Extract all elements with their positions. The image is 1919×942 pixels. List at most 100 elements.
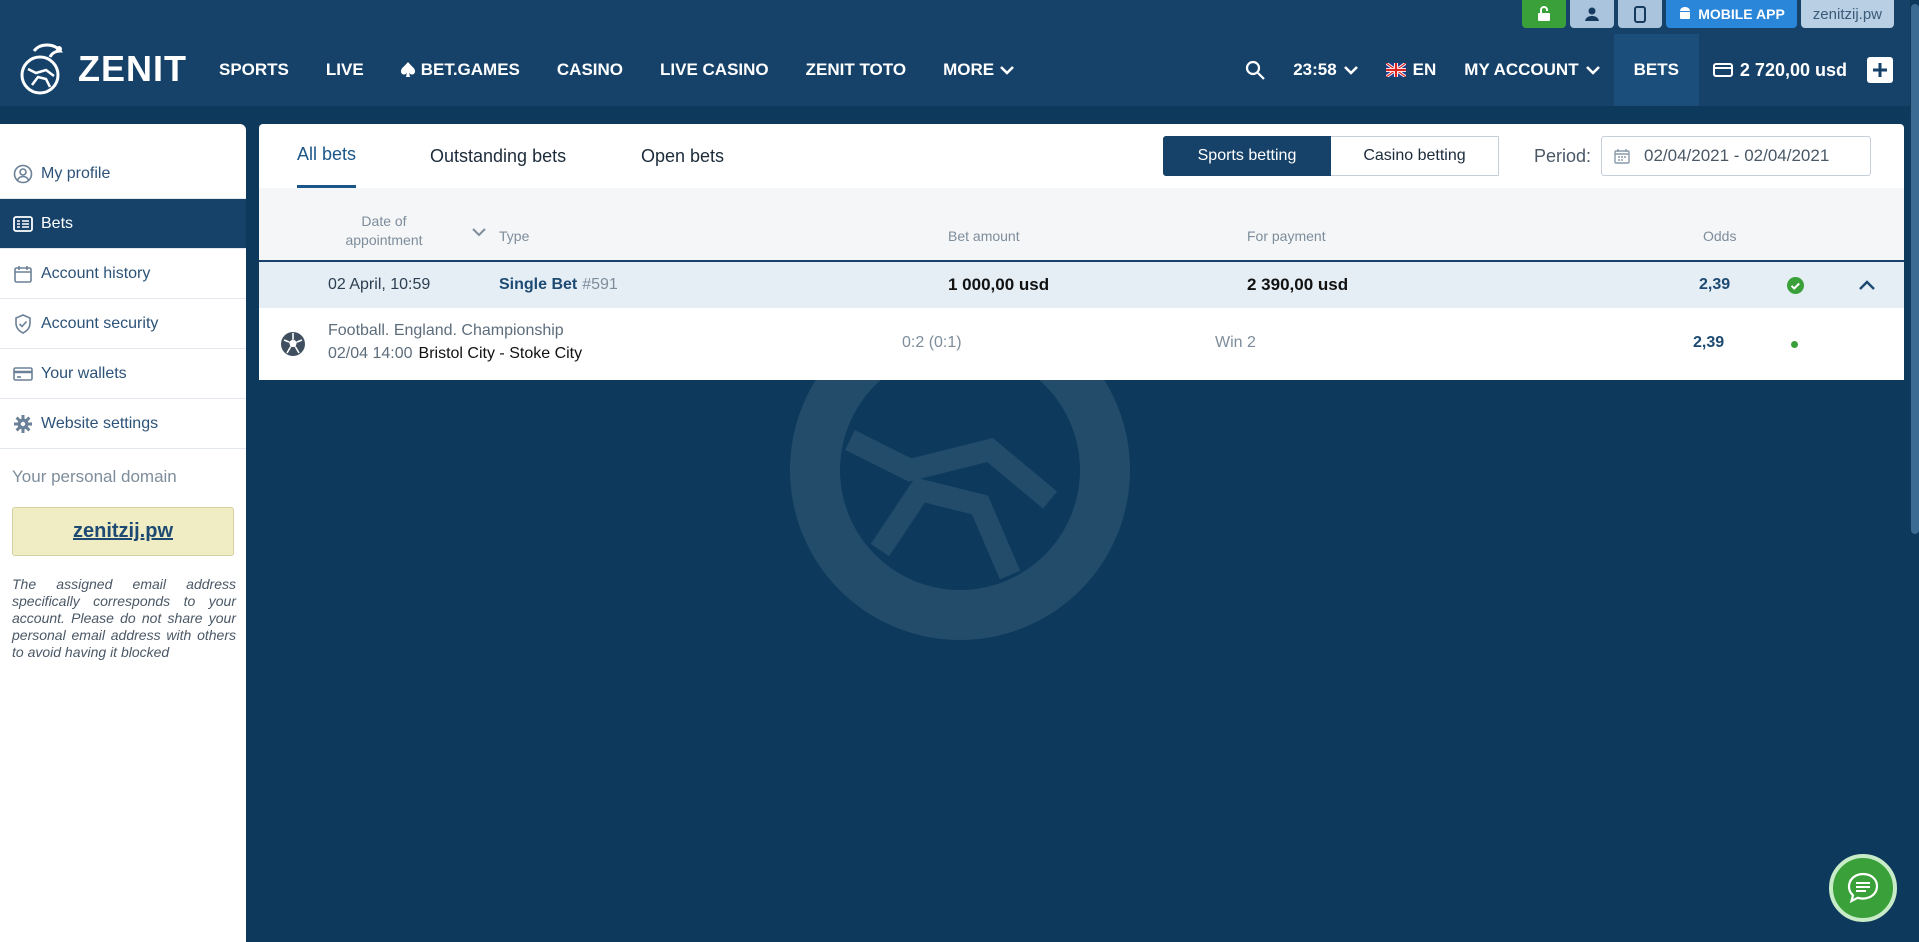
nav-more-label: MORE [943,60,995,79]
sidebar-item-your-wallets[interactable]: Your wallets [0,349,246,399]
bet-date: 02 April, 10:59 [328,276,431,293]
sidebar-item-label: Bets [41,214,74,232]
sidebar-item-website-settings[interactable]: Website settings [0,399,246,449]
chevron-down-icon [1343,65,1358,75]
nav-bet-games[interactable]: BET.GAMES [400,60,520,80]
event-info: 02/04 14:00 Bristol City - Stoke City [328,345,582,363]
header-right: 23:58 EN MY ACCOUNT BETS 2 720,00 usd [1231,34,1919,106]
collapse-button[interactable] [1859,262,1875,308]
lock-button[interactable] [1522,0,1567,28]
nav-live-casino[interactable]: LIVE CASINO [660,60,769,80]
chevron-up-icon [1859,280,1875,290]
chat-button[interactable] [1829,854,1897,922]
phone-icon [1634,5,1647,23]
chevron-down-icon[interactable] [472,228,486,237]
logo-text: ZENIT [78,48,187,89]
column-odds: Odds [1703,228,1737,244]
shield-check-icon [15,313,31,334]
event-status-dot [1791,341,1798,348]
sidebar-item-bets[interactable]: Bets [0,199,246,249]
personal-domain-note: The assigned email address specifically … [12,576,236,660]
calendar-icon [14,265,32,283]
deposit-button[interactable] [1867,57,1893,83]
event-score: 0:2 (0:1) [902,334,962,351]
bet-odds: 2,39 [1699,276,1731,293]
nav-zenit-toto[interactable]: ZENIT TOTO [806,60,906,80]
support-button[interactable] [1570,0,1615,28]
credit-card-icon [13,366,33,381]
utility-bar: MOBILE APP zenitzij.pw [0,0,1919,34]
zenit-logo-icon [20,43,64,95]
my-account-label: MY ACCOUNT [1464,60,1579,79]
event-teams: Bristol City - Stoke City [418,345,583,362]
mobile-button[interactable] [1618,0,1663,28]
main-nav: SPORTS LIVE BET.GAMES CASINO LIVE CASINO… [219,34,1051,106]
column-date[interactable]: Date of appointment [329,212,439,250]
tab-open-bets[interactable]: Open bets [641,124,724,188]
sports-betting-button[interactable]: Sports betting [1163,136,1331,176]
period-value: 02/04/2021 - 02/04/2021 [1644,146,1830,165]
page-scrollbar[interactable] [1910,0,1919,942]
nav-live[interactable]: LIVE [326,60,364,80]
ticket-icon [13,215,33,232]
utility-buttons: MOBILE APP zenitzij.pw [1522,0,1894,28]
bet-type: Single Bet #591 [499,262,618,308]
nav-more[interactable]: MORE [943,60,1014,80]
chevron-down-icon [1000,65,1014,75]
personal-domain-link[interactable]: zenitzij.pw [12,507,234,556]
calendar-icon [1614,149,1630,164]
mobile-app-button[interactable]: MOBILE APP [1666,0,1797,28]
column-for-payment: For payment [1247,228,1326,244]
column-bet-amount: Bet amount [948,228,1020,244]
bet-type-label: Single Bet [499,276,578,293]
bet-number: #591 [582,276,618,293]
my-account-menu[interactable]: MY ACCOUNT [1450,34,1613,106]
time-selector[interactable]: 23:58 [1279,34,1371,106]
sidebar-item-account-history[interactable]: Account history [0,249,246,299]
table-row[interactable]: 02 April, 10:59 Single Bet #591 1 000,00… [259,262,1904,308]
event-league: Football. England. Championship [328,322,564,339]
uk-flag-icon [1385,63,1406,77]
person-icon [1585,7,1600,21]
bets-tabs-bar: All bets Outstanding bets Open bets Spor… [259,124,1904,188]
bet-status [1787,262,1804,308]
spade-icon [400,62,415,77]
zenit-logo[interactable]: ZENIT [14,40,187,98]
main-header: ZENIT SPORTS LIVE BET.GAMES CASINO LIVE … [0,34,1919,106]
balance-display[interactable]: 2 720,00 usd [1699,34,1861,106]
plus-icon [1873,63,1887,77]
check-circle-icon [1787,276,1804,294]
search-button[interactable] [1231,34,1279,106]
user-circle-icon [13,164,33,183]
period-date-picker[interactable]: 02/04/2021 - 02/04/2021 [1601,136,1871,176]
mirror-domain-link[interactable]: zenitzij.pw [1800,0,1894,28]
bets-link[interactable]: BETS [1613,34,1699,106]
event-odds: 2,39 [1693,334,1725,351]
casino-betting-button[interactable]: Casino betting [1331,136,1499,176]
clock-time: 23:58 [1293,60,1337,79]
tab-all-bets[interactable]: All bets [297,124,357,188]
language-label: EN [1412,60,1437,79]
scrollbar-thumb[interactable] [1911,4,1919,534]
search-icon [1246,60,1265,80]
mobile-app-label: MOBILE APP [1698,6,1785,22]
football-icon [280,331,306,357]
tab-outstanding-bets[interactable]: Outstanding bets [430,124,566,188]
sidebar-item-account-security[interactable]: Account security [0,299,246,349]
personal-domain-heading: Your personal domain [12,467,177,486]
language-selector[interactable]: EN [1372,34,1451,106]
sidebar-item-label: Website settings [41,414,159,432]
sidebar-item-my-profile[interactable]: My profile [0,149,246,199]
bet-payout: 2 390,00 usd [1247,275,1349,294]
sidebar-item-label: Your wallets [41,364,127,382]
nav-sports[interactable]: SPORTS [219,60,289,80]
balance-amount: 2 720,00 usd [1739,59,1847,80]
bets-panel: All bets Outstanding bets Open bets Spor… [259,124,1904,380]
nav-casino[interactable]: CASINO [557,60,623,80]
column-type: Type [499,228,530,244]
period-label: Period: [1534,145,1592,166]
account-sidebar: My profile Bets Account history Account … [0,124,246,942]
sidebar-item-label: Account security [41,314,159,332]
chevron-down-icon [1585,65,1600,75]
